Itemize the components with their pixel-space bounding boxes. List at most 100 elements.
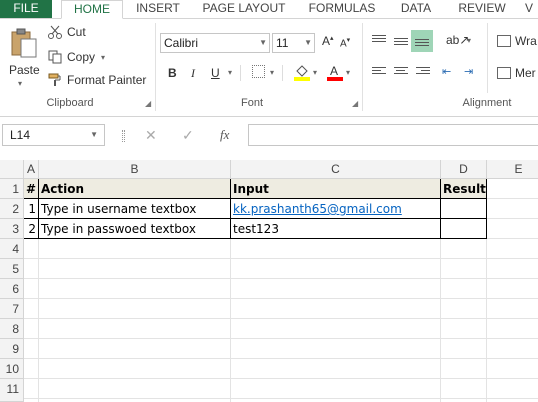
align-center-icon[interactable] bbox=[394, 67, 408, 76]
shrink-font-icon[interactable]: A▾ bbox=[340, 36, 350, 49]
align-bottom-button[interactable] bbox=[411, 30, 433, 52]
paste-label[interactable]: Paste bbox=[9, 63, 40, 77]
result-cell[interactable] bbox=[441, 219, 487, 239]
ribbon-home: Paste ▾ Cut Copy ▾ Format Painter Clipbo… bbox=[0, 19, 538, 117]
action-cell[interactable]: Type in passwoed textbox bbox=[39, 219, 231, 239]
tab-data[interactable]: DATA bbox=[393, 0, 439, 18]
tab-review[interactable]: REVIEW bbox=[452, 0, 512, 18]
cell[interactable] bbox=[487, 199, 538, 219]
header-cell-input[interactable]: Input bbox=[231, 179, 441, 199]
borders-icon[interactable] bbox=[252, 65, 265, 78]
align-middle-icon[interactable] bbox=[394, 38, 408, 47]
merge-icon bbox=[497, 67, 511, 79]
row-header[interactable]: 11 bbox=[0, 379, 24, 402]
wrap-text-button[interactable]: Wra bbox=[497, 34, 537, 48]
step-number-cell[interactable]: 2 bbox=[24, 219, 39, 239]
fill-color-icon[interactable] bbox=[294, 63, 310, 84]
group-divider bbox=[155, 23, 156, 111]
header-cell-action[interactable]: Action bbox=[39, 179, 231, 199]
input-cell[interactable]: test123 bbox=[231, 219, 441, 239]
bold-button[interactable]: B bbox=[168, 66, 177, 80]
action-cell[interactable]: Type in username textbox bbox=[39, 199, 231, 219]
copy-icon bbox=[48, 50, 62, 64]
wrap-text-icon bbox=[497, 35, 511, 47]
header-cell-result[interactable]: Result bbox=[441, 179, 487, 199]
column-header-b[interactable]: B bbox=[39, 160, 231, 179]
name-box[interactable]: L14 ▼ bbox=[2, 124, 105, 146]
font-size-select[interactable]: 11 ▼ bbox=[272, 33, 315, 53]
align-top-icon[interactable] bbox=[372, 35, 386, 44]
merge-center-button[interactable]: Mer bbox=[497, 66, 536, 80]
tab-home[interactable]: HOME bbox=[61, 0, 123, 19]
step-number-cell[interactable]: 1 bbox=[24, 199, 39, 219]
row-header[interactable]: 10 bbox=[0, 359, 24, 379]
cut-button[interactable]: Cut bbox=[48, 25, 86, 39]
column-header-e[interactable]: E bbox=[487, 160, 538, 179]
row-header[interactable]: 4 bbox=[0, 239, 24, 259]
paste-dropdown-icon[interactable]: ▾ bbox=[18, 79, 22, 88]
font-color-icon[interactable]: A bbox=[327, 63, 343, 84]
chevron-down-icon: ▼ bbox=[90, 130, 98, 139]
formula-input[interactable] bbox=[248, 124, 538, 146]
row-header[interactable]: 8 bbox=[0, 319, 24, 339]
cell[interactable] bbox=[487, 219, 538, 239]
font-color-dropdown-icon[interactable]: ▾ bbox=[346, 68, 350, 77]
tab-formulas[interactable]: FORMULAS bbox=[303, 0, 381, 18]
select-all-button[interactable] bbox=[0, 160, 24, 179]
formula-bar-grip[interactable] bbox=[122, 130, 125, 142]
row-header[interactable]: 2 bbox=[0, 199, 24, 219]
cancel-icon[interactable]: ✕ bbox=[145, 127, 157, 144]
align-right-icon[interactable] bbox=[416, 67, 430, 76]
orientation-icon[interactable]: ab↗ bbox=[446, 33, 469, 47]
insert-function-icon[interactable]: fx bbox=[220, 127, 229, 143]
paintbrush-icon bbox=[48, 73, 62, 87]
row-header[interactable]: 1 bbox=[0, 179, 24, 199]
row-header[interactable]: 9 bbox=[0, 339, 24, 359]
column-header-d[interactable]: D bbox=[441, 160, 487, 179]
underline-button[interactable]: U bbox=[211, 66, 220, 80]
borders-dropdown-icon[interactable]: ▾ bbox=[270, 68, 274, 77]
font-name-select[interactable]: Calibri ▼ bbox=[160, 33, 270, 53]
italic-button[interactable]: I bbox=[191, 66, 195, 81]
tab-file[interactable]: FILE bbox=[0, 0, 52, 18]
row-header[interactable]: 5 bbox=[0, 259, 24, 279]
copy-button[interactable]: Copy ▾ bbox=[48, 50, 105, 64]
clipboard-launcher-icon[interactable]: ◢ bbox=[145, 99, 151, 108]
svg-text:A: A bbox=[330, 64, 338, 78]
format-painter-label: Format Painter bbox=[67, 73, 147, 87]
grow-font-icon[interactable]: A▴ bbox=[322, 34, 334, 48]
font-name-value: Calibri bbox=[164, 36, 199, 50]
copy-label: Copy bbox=[67, 50, 96, 64]
row-header[interactable]: 6 bbox=[0, 279, 24, 299]
format-painter-button[interactable]: Format Painter bbox=[48, 73, 146, 87]
cut-label: Cut bbox=[67, 25, 86, 39]
increase-indent-icon[interactable]: ⇥ bbox=[464, 65, 473, 78]
header-cell-number[interactable]: # bbox=[24, 179, 39, 199]
copy-dropdown-icon[interactable]: ▾ bbox=[101, 53, 105, 62]
enter-icon[interactable]: ✓ bbox=[182, 127, 194, 144]
ribbon-tab-bar: FILE HOME INSERT PAGE LAYOUT FORMULAS DA… bbox=[0, 0, 538, 19]
empty-cells-area[interactable] bbox=[24, 239, 538, 402]
formula-bar: L14 ▼ ✕ ✓ fx bbox=[0, 120, 538, 150]
tab-page-layout[interactable]: PAGE LAYOUT bbox=[198, 0, 290, 18]
column-header-c[interactable]: C bbox=[231, 160, 441, 179]
row-header[interactable]: 7 bbox=[0, 299, 24, 319]
fill-color-dropdown-icon[interactable]: ▾ bbox=[313, 68, 317, 77]
tab-view[interactable]: V bbox=[520, 0, 538, 18]
scissors-icon bbox=[48, 25, 62, 39]
underline-dropdown-icon[interactable]: ▾ bbox=[228, 68, 232, 77]
merge-center-label: Mer bbox=[515, 66, 536, 80]
font-launcher-icon[interactable]: ◢ bbox=[352, 99, 358, 108]
align-left-icon[interactable] bbox=[372, 67, 386, 76]
row-header[interactable]: 3 bbox=[0, 219, 24, 239]
tab-insert[interactable]: INSERT bbox=[133, 0, 183, 18]
paste-icon[interactable] bbox=[8, 27, 40, 59]
decrease-indent-icon[interactable]: ⇤ bbox=[442, 65, 451, 78]
orientation-dropdown-icon[interactable]: ▾ bbox=[467, 36, 471, 45]
cell[interactable] bbox=[487, 179, 538, 199]
result-cell[interactable] bbox=[441, 199, 487, 219]
divider bbox=[240, 65, 241, 81]
column-header-a[interactable]: A bbox=[24, 160, 39, 179]
worksheet-grid: A B C D E 1 2 3 4 5 6 7 8 9 10 11 # Acti… bbox=[0, 160, 538, 402]
input-cell-email-link[interactable]: kk.prashanth65@gmail.com bbox=[231, 199, 441, 219]
